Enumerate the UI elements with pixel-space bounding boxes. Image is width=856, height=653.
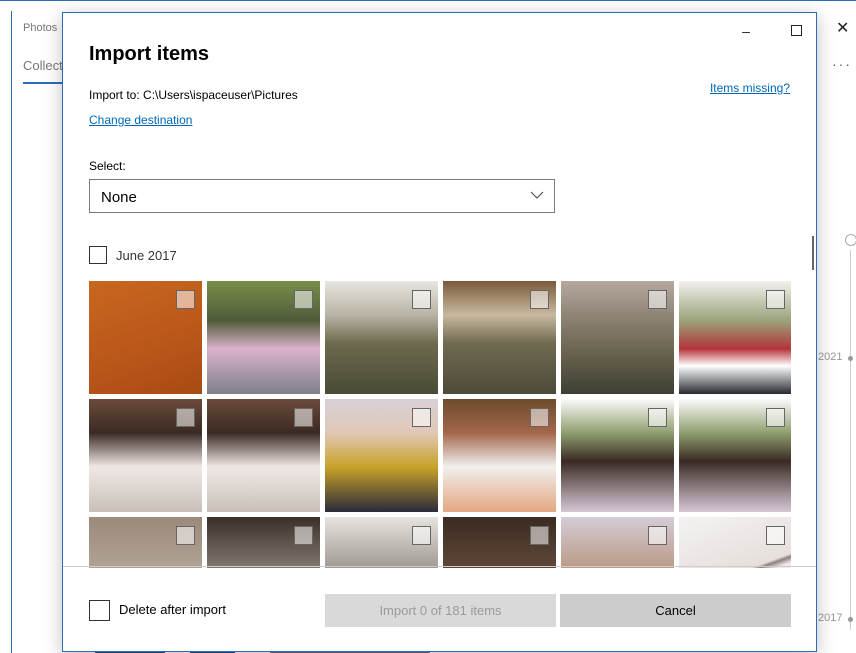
select-dropdown[interactable]: None — [89, 179, 555, 213]
photo-thumbnail[interactable] — [561, 399, 674, 512]
delete-after-import-label: Delete after import — [119, 602, 226, 617]
timeline-dot — [848, 617, 853, 622]
photo-grid — [89, 281, 791, 568]
photo-select-checkbox[interactable] — [530, 526, 549, 545]
photo-thumbnail[interactable] — [443, 399, 556, 512]
photo-select-checkbox[interactable] — [412, 526, 431, 545]
group-date-label: June 2017 — [116, 248, 177, 263]
select-value: None — [101, 189, 137, 206]
app-close-icon[interactable]: ✕ — [836, 18, 849, 38]
import-button[interactable]: Import 0 of 181 items — [325, 594, 556, 627]
tab-selected-indicator — [23, 82, 63, 84]
import-items-dialog: – Import items Import to: C:\Users\ispac… — [62, 12, 817, 652]
photo-select-checkbox[interactable] — [766, 290, 785, 309]
app-title-bar — [0, 0, 856, 11]
cancel-button[interactable]: Cancel — [560, 594, 791, 627]
photo-grid-viewport[interactable] — [89, 281, 791, 568]
import-to-row: Import to: C:\Users\ispaceuser\Pictures — [89, 88, 298, 102]
timeline-dot — [848, 356, 853, 361]
import-to-label: Import to: — [89, 88, 140, 102]
timeline-track — [850, 250, 851, 630]
photo-select-checkbox[interactable] — [294, 408, 313, 427]
import-to-path: C:\Users\ispaceuser\Pictures — [143, 88, 298, 102]
photo-select-checkbox[interactable] — [766, 526, 785, 545]
photo-thumbnail[interactable] — [561, 281, 674, 394]
photo-thumbnail[interactable] — [325, 517, 438, 568]
delete-after-import-checkbox[interactable] — [89, 600, 110, 621]
photo-thumbnail[interactable] — [679, 517, 791, 568]
photo-thumbnail[interactable] — [679, 281, 791, 394]
photo-thumbnail[interactable] — [325, 399, 438, 512]
photo-select-checkbox[interactable] — [412, 408, 431, 427]
photo-select-checkbox[interactable] — [648, 408, 667, 427]
timeline-year-label: 2021 — [818, 351, 843, 363]
photo-thumbnail[interactable] — [443, 517, 556, 568]
timeline-handle[interactable] — [845, 234, 856, 246]
photo-thumbnail[interactable] — [89, 517, 202, 568]
more-options-icon[interactable]: ··· — [832, 56, 852, 72]
photo-select-checkbox[interactable] — [412, 290, 431, 309]
photo-select-checkbox[interactable] — [294, 290, 313, 309]
photo-select-checkbox[interactable] — [766, 408, 785, 427]
photo-select-checkbox[interactable] — [530, 408, 549, 427]
chevron-down-icon — [530, 191, 544, 199]
dialog-title: Import items — [89, 43, 210, 65]
photo-select-checkbox[interactable] — [648, 526, 667, 545]
group-select-checkbox[interactable] — [89, 246, 107, 264]
photo-thumbnail[interactable] — [561, 517, 674, 568]
app-window-border — [11, 11, 12, 653]
photo-select-checkbox[interactable] — [648, 290, 667, 309]
scrollbar-thumb[interactable] — [812, 236, 814, 270]
photo-select-checkbox[interactable] — [176, 526, 195, 545]
footer-divider — [63, 566, 816, 567]
photo-thumbnail[interactable] — [207, 399, 320, 512]
photo-select-checkbox[interactable] — [294, 526, 313, 545]
photo-select-checkbox[interactable] — [176, 290, 195, 309]
timeline-year-label: 2017 — [818, 612, 843, 624]
photo-thumbnail[interactable] — [325, 281, 438, 394]
photo-select-checkbox[interactable] — [530, 290, 549, 309]
photo-thumbnail[interactable] — [89, 281, 202, 394]
photo-thumbnail[interactable] — [679, 399, 791, 512]
photo-thumbnail[interactable] — [443, 281, 556, 394]
photo-thumbnail[interactable] — [89, 399, 202, 512]
items-missing-link[interactable]: Items missing? — [710, 81, 790, 95]
photo-thumbnail[interactable] — [207, 517, 320, 568]
change-destination-link[interactable]: Change destination — [89, 113, 192, 127]
app-title: Photos — [23, 22, 58, 34]
photo-thumbnail[interactable] — [207, 281, 320, 394]
minimize-icon[interactable]: – — [739, 23, 753, 39]
maximize-icon[interactable] — [791, 25, 802, 36]
photo-select-checkbox[interactable] — [176, 408, 195, 427]
select-label: Select: — [89, 159, 126, 173]
